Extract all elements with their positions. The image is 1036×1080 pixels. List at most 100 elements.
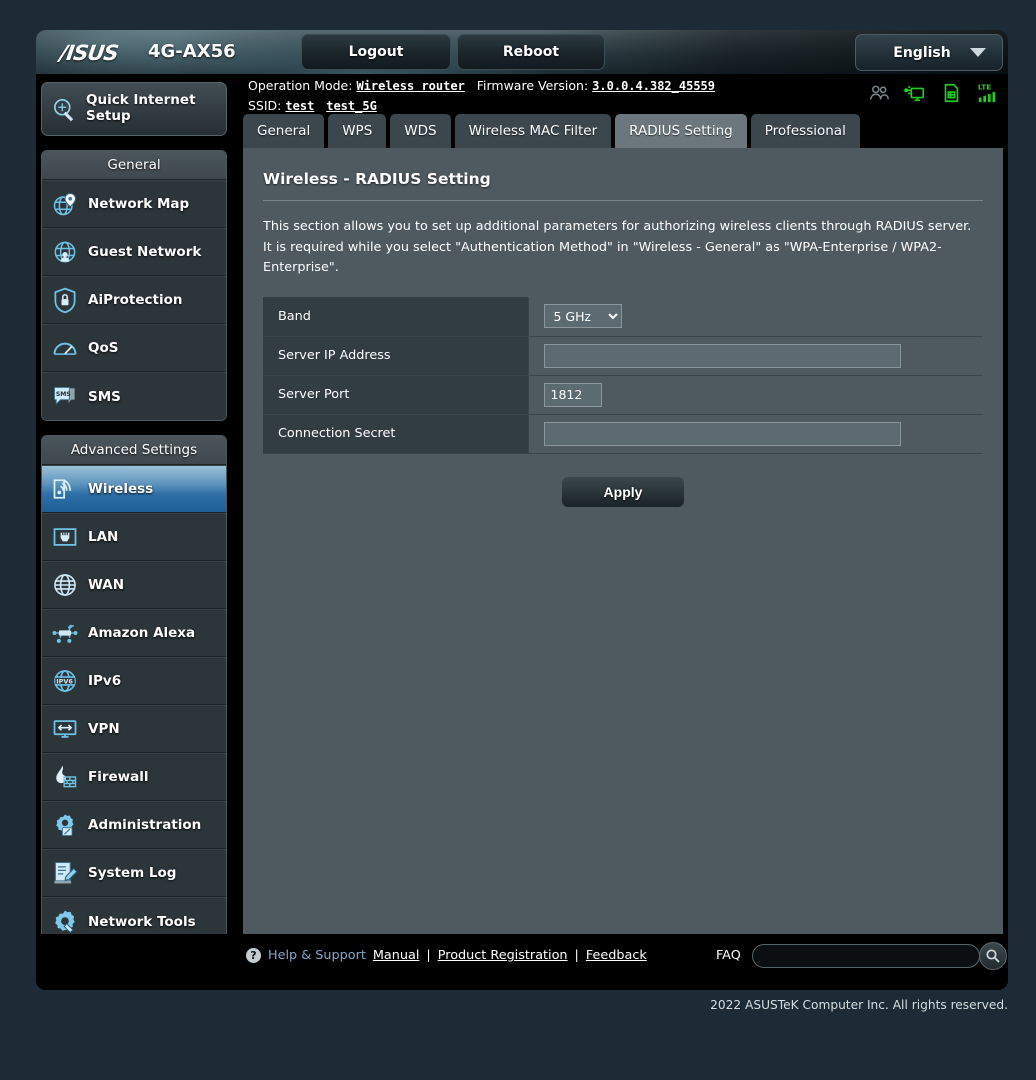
product-registration-link[interactable]: Product Registration xyxy=(438,948,568,963)
faq-search-input[interactable] xyxy=(752,944,980,968)
quick-internet-setup-icon xyxy=(54,98,74,122)
help-links-row: ? Help & Support Manual | Product Regist… xyxy=(246,948,647,963)
logout-button[interactable]: Logout xyxy=(301,34,451,70)
sidebar-item-label: Network Map xyxy=(88,196,190,212)
help-question-icon: ? xyxy=(246,948,261,963)
page-title: Wireless - RADIUS Setting xyxy=(263,170,983,201)
tab-wps[interactable]: WPS xyxy=(328,114,387,148)
quick-internet-setup-button[interactable]: Quick Internet Setup xyxy=(41,82,227,136)
amazon-alexa-icon xyxy=(52,624,78,643)
server-port-label: Server Port xyxy=(263,375,529,415)
faq-search-button[interactable] xyxy=(979,942,1007,970)
sidebar-item-label: Amazon Alexa xyxy=(88,625,196,641)
language-selector[interactable]: English xyxy=(855,34,1003,71)
sidebar-item-guest-network[interactable]: Guest Network xyxy=(42,228,226,276)
firmware-label: Firmware Version: xyxy=(476,78,589,93)
tab-professional[interactable]: Professional xyxy=(750,114,860,148)
sidebar-item-label: SMS xyxy=(88,388,121,405)
chevron-down-icon xyxy=(970,48,986,57)
ipv6-icon: IPV6 xyxy=(54,670,76,692)
sidebar-item-label: Firewall xyxy=(88,769,149,785)
table-row-server-ip: Server IP Address xyxy=(263,336,983,376)
operation-mode-line: Operation Mode: Wireless router Firmware… xyxy=(248,78,715,93)
sidebar-item-amazon-alexa[interactable]: Amazon Alexa xyxy=(42,609,226,657)
sidebar-item-aiprotection[interactable]: AiProtection xyxy=(42,276,226,324)
lte-signal-icon[interactable]: LTE xyxy=(976,81,998,105)
connection-secret-field-cell xyxy=(528,414,983,454)
network-tools-icon xyxy=(55,910,75,933)
copyright-text: 2022 ASUSTeK Computer Inc. All rights re… xyxy=(710,998,1008,1012)
sidebar-group-general-title: General xyxy=(42,151,226,180)
sidebar-item-lan[interactable]: LAN xyxy=(42,513,226,561)
tab-wireless-mac-filter[interactable]: Wireless MAC Filter xyxy=(454,114,612,148)
manual-link[interactable]: Manual xyxy=(373,948,420,963)
sidebar-item-vpn[interactable]: VPN xyxy=(42,705,226,753)
server-ip-input[interactable] xyxy=(543,343,901,368)
ssid-label: SSID: xyxy=(248,98,282,113)
server-ip-field-cell xyxy=(528,336,983,376)
server-port-input[interactable] xyxy=(543,382,602,407)
sidebar-item-label: IPv6 xyxy=(88,673,122,689)
quick-internet-setup-label: Quick Internet Setup xyxy=(86,92,196,125)
help-support-label: Help & Support xyxy=(268,948,366,963)
tab-wds[interactable]: WDS xyxy=(390,114,451,148)
sidebar-item-network-map[interactable]: Network Map xyxy=(42,180,226,228)
sidebar-item-wireless[interactable]: Wireless xyxy=(42,465,226,513)
sidebar-group-advanced-title: Advanced Settings xyxy=(42,436,226,465)
server-ip-label: Server IP Address xyxy=(263,336,529,376)
feedback-link[interactable]: Feedback xyxy=(586,948,647,963)
sidebar-item-ipv6[interactable]: IPV6 IPv6 xyxy=(42,657,226,705)
sidebar-item-label: QoS xyxy=(88,340,119,356)
sidebar-item-administration[interactable]: Administration xyxy=(42,801,226,849)
content-area: General WPS WDS Wireless MAC Filter RADI… xyxy=(243,114,1003,936)
band-label: Band xyxy=(263,297,529,337)
svg-text:LTE: LTE xyxy=(978,82,991,91)
status-icon-row: LTE xyxy=(868,81,998,105)
qos-gauge-icon xyxy=(53,342,77,355)
sidebar-item-label: LAN xyxy=(88,529,119,545)
operation-mode-label: Operation Mode: xyxy=(248,78,353,93)
ssid-value-5g[interactable]: test_5G xyxy=(326,99,377,113)
tab-general[interactable]: General xyxy=(243,114,325,148)
table-row-connection-secret: Connection Secret xyxy=(263,414,983,454)
band-select[interactable]: 5 GHz xyxy=(543,304,622,329)
apply-button[interactable]: Apply xyxy=(561,475,685,508)
tab-bar: General WPS WDS Wireless MAC Filter RADI… xyxy=(243,114,1003,148)
sim-card-icon[interactable] xyxy=(940,81,962,105)
tab-radius-setting[interactable]: RADIUS Setting xyxy=(615,114,747,148)
sidebar: Quick Internet Setup General Network Map xyxy=(41,82,234,960)
connection-secret-label: Connection Secret xyxy=(263,414,529,454)
connection-secret-input[interactable] xyxy=(543,421,901,446)
top-banner: /ISUS 4G-AX56 Logout Reboot English xyxy=(36,30,1008,74)
apply-button-row: Apply xyxy=(263,475,983,508)
wan-globe-icon xyxy=(54,574,76,596)
sms-icon: SMS xyxy=(54,386,75,405)
radius-settings-table: Band 5 GHz Server IP Address Server Port xyxy=(263,297,983,454)
sidebar-item-qos[interactable]: QoS xyxy=(42,324,226,372)
sidebar-item-label: System Log xyxy=(88,865,177,881)
link-separator-2: | xyxy=(574,948,579,963)
asus-logo: /ISUS xyxy=(58,41,120,65)
lan-port-icon xyxy=(53,528,77,546)
clients-icon[interactable] xyxy=(868,81,890,105)
settings-panel: Wireless - RADIUS Setting This section a… xyxy=(243,148,1003,936)
server-port-field-cell xyxy=(528,375,983,415)
firmware-value[interactable]: 3.0.0.4.382_45559 xyxy=(592,79,715,93)
table-row-server-port: Server Port xyxy=(263,375,983,415)
firewall-flame-icon xyxy=(56,765,77,788)
sidebar-item-label: Guest Network xyxy=(88,244,202,260)
ssid-value-24g[interactable]: test xyxy=(285,99,314,113)
sidebar-item-system-log[interactable]: System Log xyxy=(42,849,226,897)
language-label: English xyxy=(893,44,951,61)
sidebar-item-wan[interactable]: WAN xyxy=(42,561,226,609)
operation-mode-value[interactable]: Wireless router xyxy=(356,79,464,93)
sidebar-item-sms[interactable]: SMS SMS xyxy=(42,372,226,420)
sidebar-item-label: VPN xyxy=(88,721,120,737)
sidebar-item-label: Wireless xyxy=(88,481,154,497)
sidebar-item-firewall[interactable]: Firewall xyxy=(42,753,226,801)
faq-label: FAQ xyxy=(716,948,741,963)
reboot-button[interactable]: Reboot xyxy=(457,34,605,70)
search-icon xyxy=(986,949,1000,963)
guest-network-icon xyxy=(54,241,76,263)
usb-monitor-icon[interactable] xyxy=(904,81,926,105)
